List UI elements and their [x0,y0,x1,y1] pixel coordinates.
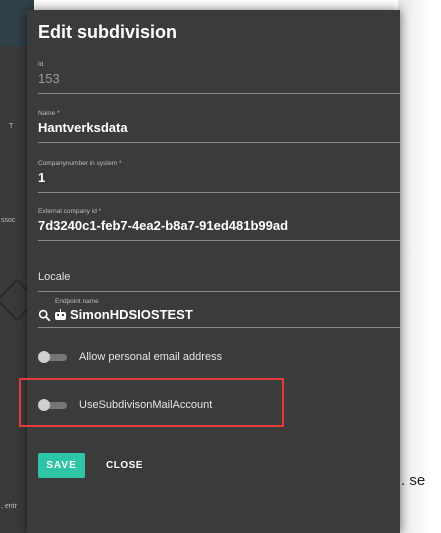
endpoint-input[interactable]: SimonHDSIOSTEST [70,307,193,323]
endpoint-underline [38,327,400,328]
company-number-underline [38,192,400,193]
name-input[interactable]: Hantverksdata [38,120,400,136]
dialog-title: Edit subdivision [38,22,178,42]
endpoint-field[interactable]: Endpoint name SimonHDSIOSTEST [38,298,400,328]
id-value: 153 [38,71,60,86]
name-label: Name * [38,110,60,117]
robot-icon [54,309,67,321]
locale-underline [38,291,400,292]
company-number-field[interactable]: Companynumber in system * 1 [38,160,400,193]
background-text-fragment: . se [401,472,426,489]
name-field[interactable]: Name * Hantverksdata [38,110,400,143]
background-text-fragment: T [9,123,14,130]
company-number-label: Companynumber in system * [38,160,122,167]
external-company-id-field[interactable]: External company id * 7d3240c1-feb7-4ea2… [38,208,400,241]
id-field: Id 153 [38,61,400,94]
background-text-fragment: , entr [1,503,17,510]
search-icon[interactable] [38,309,51,322]
external-company-id-label: External company id * [38,208,102,215]
id-label: Id [38,61,44,68]
edit-subdivision-dialog: Edit subdivision Id 153 Name * Hantverks… [27,10,400,533]
id-underline [38,93,400,94]
locale-field[interactable]: Locale [38,267,400,292]
annotation-highlight-box [19,378,284,427]
name-underline [38,142,400,143]
external-company-id-underline [38,240,400,241]
allow-personal-email-label: Allow personal email address [79,351,223,363]
allow-personal-email-switch[interactable] [38,351,68,363]
background-page-right: . se [398,0,441,533]
locale-select[interactable]: Locale [38,269,400,285]
background-text-fragment: ssoc [1,217,16,224]
endpoint-label: Endpoint name [55,298,99,305]
switch-thumb [38,351,50,363]
external-company-id-input[interactable]: 7d3240c1-feb7-4ea2-b8a7-91ed481b99ad [38,218,400,234]
save-button[interactable]: SAVE [38,453,85,478]
allow-personal-email-toggle-row[interactable]: Allow personal email address [38,351,222,363]
close-button[interactable]: CLOSE [106,453,143,478]
company-number-input[interactable]: 1 [38,170,400,186]
